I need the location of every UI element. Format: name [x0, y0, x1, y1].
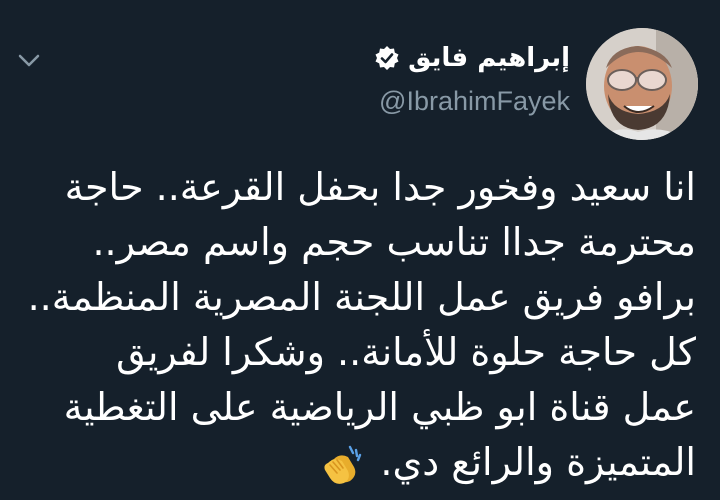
- author-handle[interactable]: @IbrahimFayek: [374, 86, 570, 117]
- avatar-photo: [586, 28, 698, 140]
- tweet-text-last-line: المتميزة والرائع دي.: [16, 435, 696, 490]
- tweet-text-line: برافو فريق عمل اللجنة المصرية المنظمة..: [27, 275, 696, 319]
- tweet-text-line: كل حاجة حلوة للأمانة.. وشكرا لفريق: [116, 330, 696, 374]
- tweet-author: إبراهيم فايق @IbrahimFayek: [374, 38, 570, 117]
- tweet-text-line: محترمة جداا تناسب حجم واسم مصر..: [92, 220, 696, 264]
- chevron-down-icon: [18, 54, 40, 67]
- tweet-menu-button[interactable]: [14, 46, 44, 76]
- tweet-text-line: المتميزة والرائع دي.: [380, 440, 696, 484]
- author-name-row[interactable]: إبراهيم فايق: [374, 38, 570, 78]
- avatar[interactable]: [586, 28, 698, 140]
- tweet-card: إبراهيم فايق @IbrahimFayek انا سعيد وفخو…: [0, 0, 720, 500]
- author-display-name[interactable]: إبراهيم فايق: [408, 38, 570, 78]
- tweet-text-line: عمل قناة ابو ظبي الرياضية على التغطية: [63, 385, 696, 429]
- tweet-text: انا سعيد وفخور جدا بحفل القرعة.. حاجة مح…: [16, 160, 696, 490]
- verified-badge-icon: [374, 45, 400, 71]
- tweet-text-line: انا سعيد وفخور جدا بحفل القرعة.. حاجة: [64, 165, 696, 209]
- clapping-hands-icon: [320, 443, 364, 487]
